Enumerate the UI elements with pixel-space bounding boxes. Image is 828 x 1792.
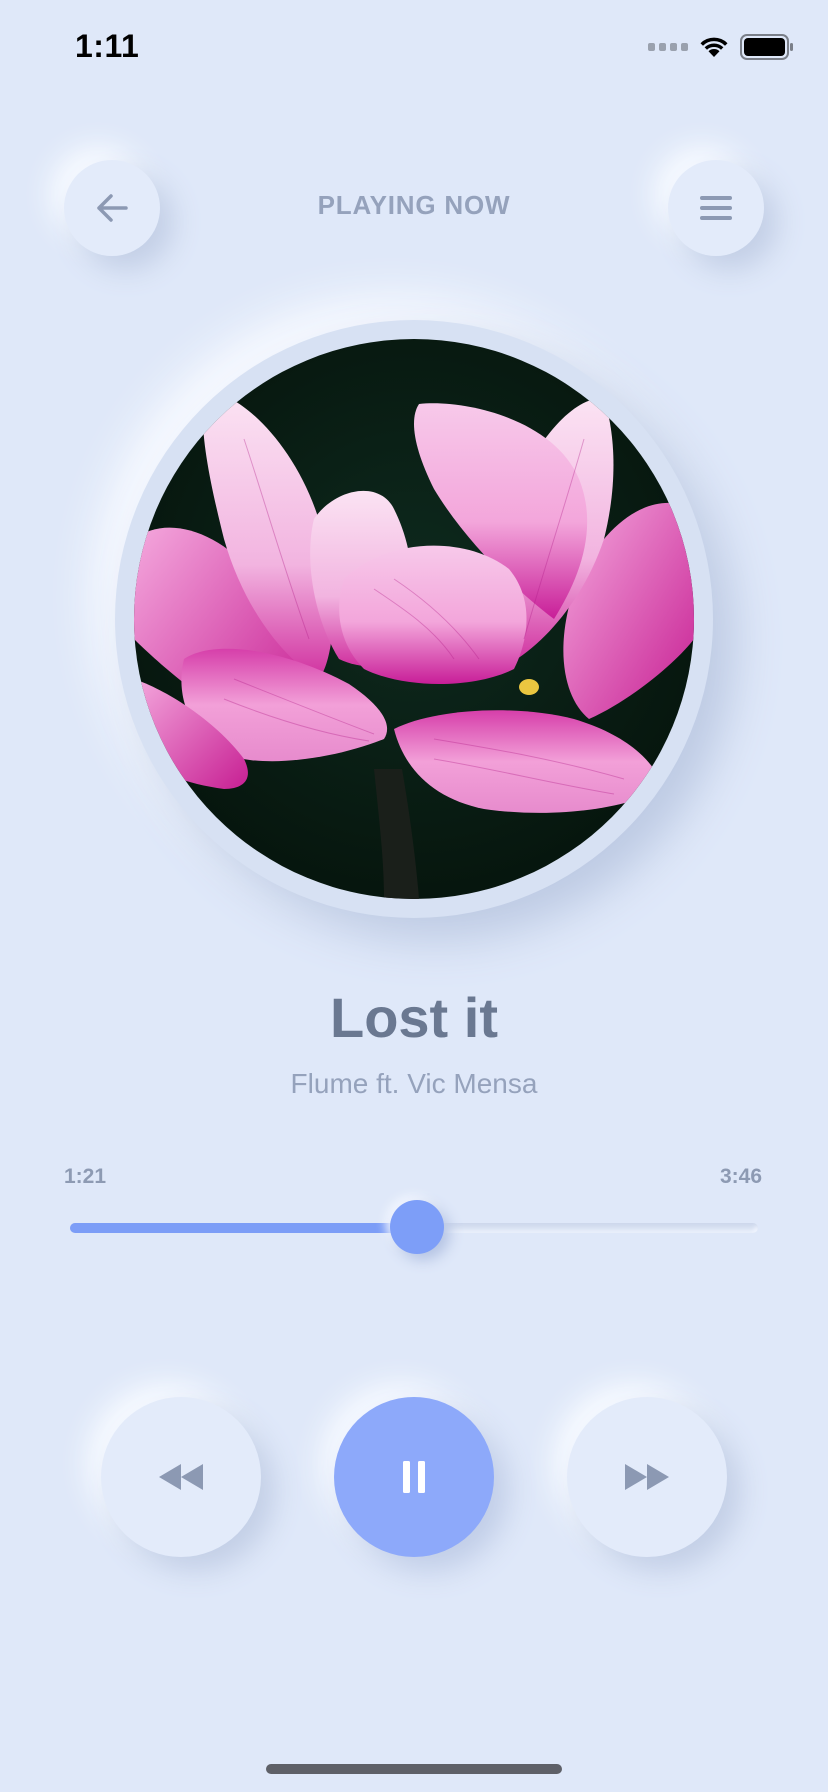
next-button[interactable] [567, 1397, 727, 1557]
battery-icon [740, 34, 793, 60]
previous-button[interactable] [101, 1397, 261, 1557]
hamburger-menu-icon [700, 196, 732, 220]
home-indicator[interactable] [266, 1764, 562, 1774]
play-pause-button[interactable] [334, 1397, 494, 1557]
current-time: 1:21 [64, 1165, 107, 1188]
menu-button[interactable] [668, 160, 764, 256]
cellular-signal-icon [648, 43, 688, 51]
rewind-icon [159, 1464, 203, 1490]
album-art [134, 339, 694, 899]
total-time: 3:46 [719, 1165, 762, 1188]
progress-fill [70, 1223, 418, 1233]
pause-icon [403, 1461, 425, 1493]
fast-forward-icon [625, 1464, 669, 1490]
song-artist: Flume ft. Vic Mensa [290, 1068, 538, 1099]
status-icons [648, 34, 794, 60]
status-time: 1:11 [75, 28, 140, 64]
song-title: Lost it [330, 986, 498, 1049]
wifi-icon [700, 37, 728, 57]
progress-thumb[interactable] [390, 1200, 445, 1254]
